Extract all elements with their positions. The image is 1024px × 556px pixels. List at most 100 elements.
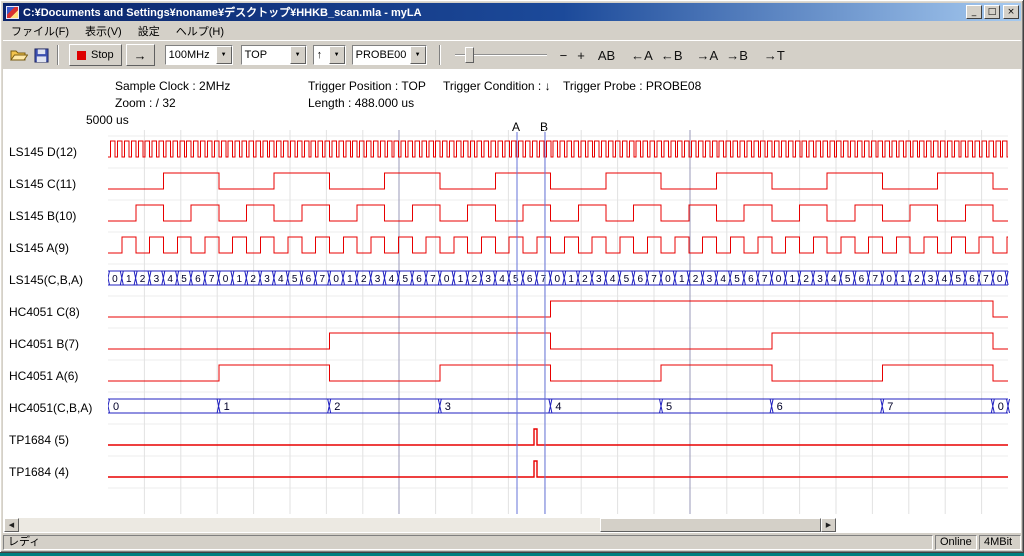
menu-file[interactable]: ファイル(F) bbox=[3, 21, 77, 41]
svg-text:7: 7 bbox=[320, 274, 326, 285]
scrollbar-track[interactable] bbox=[19, 518, 821, 532]
minimize-button[interactable]: _ bbox=[966, 5, 982, 19]
app-icon bbox=[6, 6, 19, 19]
svg-text:4: 4 bbox=[831, 274, 837, 285]
svg-text:0: 0 bbox=[112, 274, 118, 285]
menu-view[interactable]: 表示(V) bbox=[77, 21, 130, 41]
channel-label-hc4051-bus[interactable]: HC4051(C,B,A) bbox=[9, 400, 106, 416]
svg-text:7: 7 bbox=[887, 401, 893, 413]
menu-help[interactable]: ヘルプ(H) bbox=[168, 21, 232, 41]
chevron-down-icon[interactable]: ▼ bbox=[290, 46, 306, 64]
svg-text:4: 4 bbox=[555, 401, 561, 413]
channel-label-ls145-a[interactable]: LS145 A(9) bbox=[9, 240, 106, 256]
waveform-display[interactable]: 0123456701234567012345670123456701234567… bbox=[108, 130, 1010, 518]
svg-text:3: 3 bbox=[928, 274, 934, 285]
sample-clock-select[interactable]: 100MHz ▼ bbox=[165, 45, 233, 65]
svg-text:1: 1 bbox=[237, 274, 243, 285]
svg-text:0: 0 bbox=[998, 401, 1004, 413]
scroll-right-button[interactable]: ▶ bbox=[821, 518, 836, 532]
svg-text:0: 0 bbox=[444, 274, 450, 285]
run-button[interactable]: → bbox=[126, 44, 155, 66]
svg-text:3: 3 bbox=[707, 274, 713, 285]
chevron-down-icon[interactable]: ▼ bbox=[410, 46, 426, 64]
stop-button[interactable]: Stop bbox=[69, 44, 122, 66]
svg-text:7: 7 bbox=[541, 274, 547, 285]
svg-text:0: 0 bbox=[665, 274, 671, 285]
channel-wave-9 bbox=[108, 429, 1008, 445]
channel-wave-1 bbox=[108, 173, 1008, 189]
zoom-slider-thumb[interactable] bbox=[465, 47, 474, 63]
trigger-edge-value: ↑ bbox=[314, 49, 329, 61]
svg-text:3: 3 bbox=[154, 274, 160, 285]
maximize-button[interactable]: □ bbox=[984, 5, 1000, 19]
svg-text:1: 1 bbox=[790, 274, 796, 285]
channel-wave-2 bbox=[108, 205, 1008, 221]
scroll-left-icon: ◀ bbox=[9, 521, 14, 529]
svg-text:1: 1 bbox=[224, 401, 230, 413]
scrollbar-thumb[interactable] bbox=[600, 518, 821, 532]
scroll-right-icon: ▶ bbox=[826, 521, 831, 529]
toolbar-separator bbox=[57, 45, 59, 65]
ab-range-button[interactable]: AB bbox=[598, 48, 615, 63]
menubar: ファイル(F) 表示(V) 設定 ヘルプ(H) bbox=[3, 21, 1021, 40]
svg-text:2: 2 bbox=[803, 274, 809, 285]
channel-label-ls145-bus[interactable]: LS145(C,B,A) bbox=[9, 272, 106, 288]
svg-text:6: 6 bbox=[969, 274, 975, 285]
svg-text:7: 7 bbox=[762, 274, 768, 285]
zoom-out-button[interactable]: − bbox=[560, 48, 568, 63]
zoom-slider[interactable] bbox=[455, 46, 547, 64]
channel-label-tp1684-5[interactable]: TP1684 (5) bbox=[9, 432, 106, 448]
svg-text:5: 5 bbox=[845, 274, 851, 285]
trigger-position-select[interactable]: TOP ▼ bbox=[241, 45, 307, 65]
trigger-probe-value: PROBE00 bbox=[353, 49, 410, 61]
waveform-grid bbox=[108, 130, 1008, 514]
svg-text:6: 6 bbox=[416, 274, 422, 285]
svg-text:6: 6 bbox=[527, 274, 533, 285]
menu-settings[interactable]: 設定 bbox=[130, 21, 168, 41]
trigger-edge-select[interactable]: ↑ ▼ bbox=[313, 45, 346, 65]
sample-clock-text: Sample Clock : 2MHz bbox=[115, 79, 230, 93]
svg-text:1: 1 bbox=[458, 274, 464, 285]
titlebar[interactable]: C:¥Documents and Settings¥noname¥デスクトップ¥… bbox=[3, 3, 1021, 21]
svg-text:2: 2 bbox=[361, 274, 367, 285]
channel-label-hc4051-b[interactable]: HC4051 B(7) bbox=[9, 336, 106, 352]
set-cursor-b-button[interactable]: →B bbox=[726, 48, 748, 63]
scroll-left-button[interactable]: ◀ bbox=[4, 518, 19, 532]
svg-text:0: 0 bbox=[997, 274, 1003, 285]
svg-text:4: 4 bbox=[167, 274, 173, 285]
svg-text:3: 3 bbox=[264, 274, 270, 285]
goto-cursor-a-button[interactable]: ←A bbox=[631, 48, 653, 63]
svg-text:2: 2 bbox=[582, 274, 588, 285]
chevron-down-icon[interactable]: ▼ bbox=[216, 46, 232, 64]
channel-label-ls145-c[interactable]: LS145 C(11) bbox=[9, 176, 106, 192]
save-icon[interactable] bbox=[31, 46, 51, 64]
trigger-probe-select[interactable]: PROBE00 ▼ bbox=[352, 45, 427, 65]
minimize-icon: _ bbox=[972, 7, 977, 17]
channel-label-hc4051-a[interactable]: HC4051 A(6) bbox=[9, 368, 106, 384]
set-cursor-a-button[interactable]: →A bbox=[697, 48, 719, 63]
svg-text:5: 5 bbox=[292, 274, 298, 285]
status-memory-badge: 4MBit bbox=[979, 535, 1021, 550]
goto-cursor-b-button[interactable]: ←B bbox=[661, 48, 683, 63]
channel-label-ls145-d[interactable]: LS145 D(12) bbox=[9, 144, 106, 160]
svg-text:6: 6 bbox=[306, 274, 312, 285]
floppy-glyph bbox=[34, 48, 49, 63]
svg-text:2: 2 bbox=[472, 274, 478, 285]
channel-label-ls145-b[interactable]: LS145 B(10) bbox=[9, 208, 106, 224]
chevron-down-icon[interactable]: ▼ bbox=[329, 46, 345, 64]
svg-text:4: 4 bbox=[499, 274, 505, 285]
svg-text:0: 0 bbox=[555, 274, 561, 285]
open-folder-glyph bbox=[10, 47, 28, 63]
svg-text:1: 1 bbox=[568, 274, 574, 285]
horizontal-scrollbar[interactable]: ◀ ▶ bbox=[4, 518, 836, 532]
channel-label-tp1684-4[interactable]: TP1684 (4) bbox=[9, 464, 106, 480]
svg-text:3: 3 bbox=[817, 274, 823, 285]
goto-trigger-button[interactable]: →T bbox=[764, 48, 785, 63]
channel-label-hc4051-c[interactable]: HC4051 C(8) bbox=[9, 304, 106, 320]
zoom-in-button[interactable]: + bbox=[577, 48, 585, 63]
close-button[interactable]: × bbox=[1003, 5, 1019, 19]
open-icon[interactable] bbox=[9, 46, 29, 64]
svg-text:2: 2 bbox=[334, 401, 340, 413]
svg-text:7: 7 bbox=[430, 274, 436, 285]
channel-wave-5 bbox=[108, 301, 1008, 317]
